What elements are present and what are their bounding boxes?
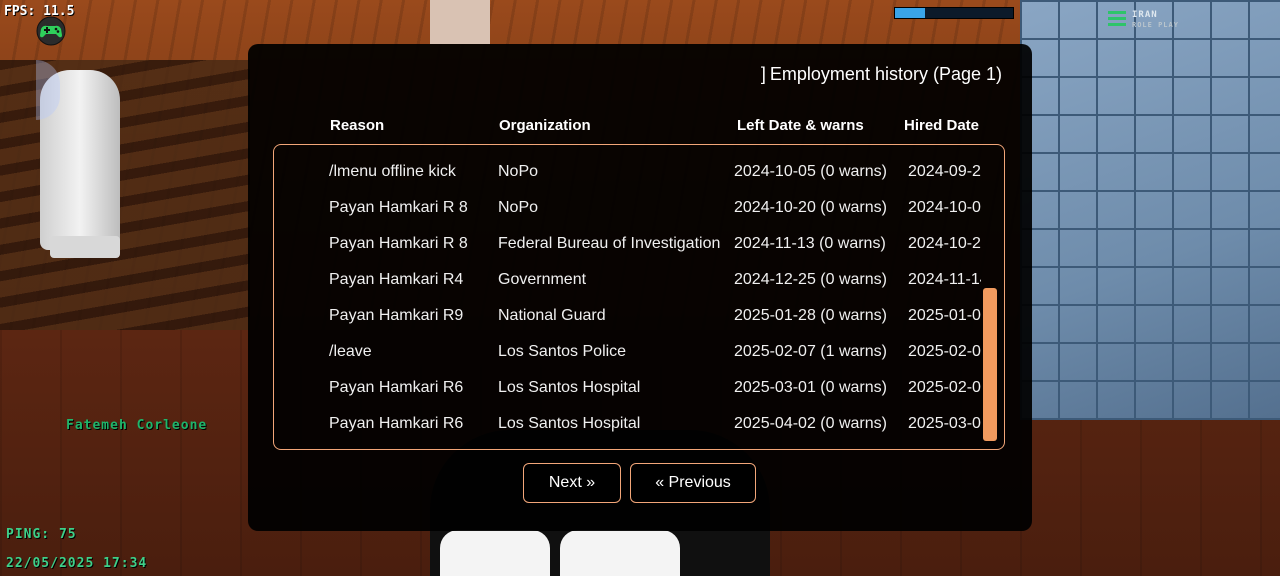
cell-organization: NoPo [498, 199, 539, 216]
cell-organization: NoPo [498, 163, 539, 180]
column-header-left-date: Left Date & warns [737, 117, 864, 134]
column-header-organization: Organization [499, 117, 591, 134]
table-row[interactable]: Payan Hamkari R6 Los Santos Hospital 202… [274, 370, 981, 406]
cell-hired-date: 2025-03-06 [908, 415, 981, 432]
employment-history-dialog: ] Employment history (Page 1) Reason Orga… [248, 44, 1032, 531]
cell-left-date: 2025-01-28 (0 warns) [734, 307, 887, 324]
column-header-reason: Reason [330, 117, 385, 134]
character-sleeve-left [440, 530, 550, 576]
cell-reason: Payan Hamkari R9 [329, 307, 464, 324]
character-arm [430, 0, 490, 44]
title-text: Employment history (Page 1) [769, 64, 1002, 84]
list-scrollbar[interactable] [983, 288, 997, 441]
table-row[interactable]: Payan Hamkari R6 Los Santos Hospital 202… [274, 406, 981, 442]
cell-left-date: 2024-12-25 (0 warns) [734, 271, 887, 288]
statue-base [50, 236, 120, 258]
cell-reason: Payan Hamkari R6 [329, 415, 464, 432]
cell-organization: Federal Bureau of Investigation [498, 235, 721, 252]
table-row[interactable]: /leave Los Santos Police 2025-02-07 (1 w… [274, 334, 981, 370]
table-row[interactable]: /lmenu offline kick NoPo 2024-10-05 (0 w… [274, 154, 981, 190]
cell-left-date: 2024-11-13 (0 warns) [734, 235, 886, 252]
cell-hired-date: 2024-10-06 [908, 199, 981, 216]
logo-bars-icon [1108, 11, 1126, 29]
history-list[interactable]: /lmenu offline kick NoPo 2024-10-05 (0 w… [273, 144, 1005, 450]
tiled-wall [1020, 0, 1280, 420]
cell-reason: Payan Hamkari R 8 [329, 235, 468, 252]
dialog-title: ] Employment history (Page 1) [761, 64, 1002, 85]
cell-reason: /lmenu offline kick [329, 163, 456, 180]
cell-hired-date: 2025-01-06 [908, 307, 981, 324]
title-bracket: ] [760, 64, 766, 84]
next-page-button[interactable]: Next » [523, 463, 621, 503]
cell-left-date: 2025-04-02 (0 warns) [734, 415, 887, 432]
cell-left-date: 2024-10-05 (0 warns) [734, 163, 887, 180]
cell-left-date: 2025-02-07 (1 warns) [734, 343, 887, 360]
previous-page-button[interactable]: « Previous [630, 463, 756, 503]
cell-reason: /leave [329, 343, 372, 360]
cell-organization: Los Santos Hospital [498, 415, 641, 432]
ping-indicator: PING: 75 [6, 527, 77, 542]
cell-hired-date: 2025-02-08 [908, 379, 981, 396]
cell-hired-date: 2025-02-04 [908, 343, 981, 360]
cell-hired-date: 2024-09-28 [908, 163, 981, 180]
server-logo-icon: IRAN ROLE PLAY [1108, 10, 1188, 32]
table-row[interactable]: Payan Hamkari R 8 Federal Bureau of Inve… [274, 226, 981, 262]
gamepad-icon[interactable] [34, 16, 68, 46]
cell-left-date: 2024-10-20 (0 warns) [734, 199, 887, 216]
logo-text-sub: ROLE PLAY [1132, 21, 1179, 29]
table-row[interactable]: Payan Hamkari R 8 NoPo 2024-10-20 (0 war… [274, 190, 981, 226]
loading-progress-bar [894, 7, 1014, 19]
table-header: Reason Organization Left Date & warns Hi… [248, 117, 1032, 137]
character-sleeve-right [560, 530, 680, 576]
cell-left-date: 2025-03-01 (0 warns) [734, 379, 887, 396]
cell-reason: Payan Hamkari R 8 [329, 199, 468, 216]
cell-reason: Payan Hamkari R4 [329, 271, 464, 288]
cell-organization: Government [498, 271, 587, 288]
cell-organization: Los Santos Police [498, 343, 627, 360]
cell-reason: Payan Hamkari R6 [329, 379, 464, 396]
cell-organization: Los Santos Hospital [498, 379, 641, 396]
column-header-hired-date: Hired Date [904, 117, 980, 134]
cell-organization: National Guard [498, 307, 606, 324]
table-row[interactable]: Payan Hamkari R9 National Guard 2025-01-… [274, 298, 981, 334]
player-name-tag: Fatemeh Corleone [66, 418, 208, 433]
table-row[interactable]: Payan Hamkari R4 Government 2024-12-25 (… [274, 262, 981, 298]
date-time: 22/05/2025 17:34 [6, 556, 148, 571]
logo-text-main: IRAN [1132, 10, 1158, 20]
progress-fill [895, 8, 925, 18]
cell-hired-date: 2024-10-22 [908, 235, 981, 252]
cell-hired-date: 2024-11-14 [908, 271, 981, 288]
